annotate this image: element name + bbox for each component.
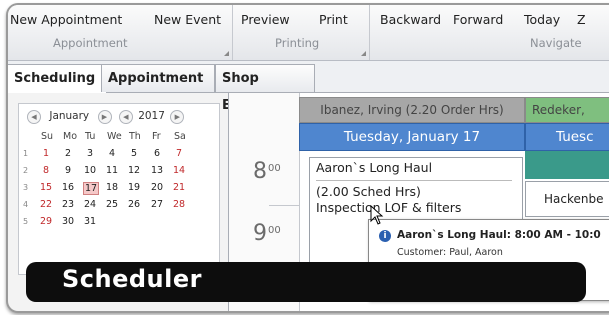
tooltip-customer: Customer: Paul, Aaron bbox=[397, 247, 503, 258]
calendar-day[interactable]: 8 bbox=[39, 165, 53, 176]
calendar-day[interactable]: 29 bbox=[39, 216, 53, 227]
calendar-day[interactable]: 2 bbox=[61, 148, 75, 159]
zoom-button[interactable]: Z bbox=[577, 12, 586, 27]
ribbon-toolbar: New Appointment New Event Appointment Pr… bbox=[8, 5, 609, 61]
calendar-day[interactable]: 16 bbox=[61, 182, 75, 193]
week-number: 1 bbox=[23, 149, 29, 158]
today-button[interactable]: Today bbox=[524, 12, 560, 27]
calendar-day[interactable]: 26 bbox=[127, 199, 141, 210]
tab-shop-events[interactable]: Shop Events bbox=[215, 64, 315, 113]
resource-header-redeker[interactable]: Redeker, bbox=[525, 97, 609, 123]
new-appointment-button[interactable]: New Appointment bbox=[10, 12, 122, 27]
weekday-label: Su bbox=[41, 131, 54, 142]
weekday-label: We bbox=[107, 131, 122, 142]
hour-label-8: 800 bbox=[253, 159, 281, 184]
calendar-day[interactable]: 30 bbox=[61, 216, 75, 227]
group-expand-icon[interactable] bbox=[224, 51, 229, 56]
ribbon-group-label-printing: Printing bbox=[275, 36, 320, 50]
calendar-year: 2017 bbox=[138, 110, 165, 122]
calendar-day[interactable]: 24 bbox=[83, 199, 97, 210]
calendar-day[interactable]: 11 bbox=[105, 165, 119, 176]
week-number: 5 bbox=[23, 217, 29, 226]
resource-header-ibanez[interactable]: Ibanez, Irving (2.20 Order Hrs) bbox=[299, 97, 525, 123]
appointment-title: Hackenbe bbox=[544, 192, 604, 206]
ribbon-group-printing: Preview Print Printing bbox=[233, 5, 370, 60]
calendar-day[interactable]: 5 bbox=[127, 148, 141, 159]
ribbon-group-label-appointment: Appointment bbox=[53, 36, 128, 50]
calendar-day[interactable]: 3 bbox=[83, 148, 97, 159]
day-header-tuesday[interactable]: Tuesday, January 17 bbox=[299, 123, 525, 151]
info-icon: i bbox=[379, 230, 391, 242]
next-month-icon[interactable]: ▶ bbox=[97, 110, 112, 124]
next-year-icon[interactable]: ▶ bbox=[170, 110, 185, 124]
day-header-tuesday-2[interactable]: Tuesc bbox=[525, 123, 609, 151]
weekday-label: Mo bbox=[63, 131, 78, 142]
weekday-label: Fr bbox=[152, 131, 161, 142]
mouse-cursor-icon bbox=[370, 205, 384, 225]
week-number: 3 bbox=[23, 183, 29, 192]
weekday-label: Tu bbox=[85, 131, 96, 142]
calendar-day[interactable]: 31 bbox=[83, 216, 97, 227]
calendar-day[interactable]: 7 bbox=[172, 148, 186, 159]
calendar-day[interactable]: 12 bbox=[127, 165, 141, 176]
calendar-day[interactable]: 28 bbox=[172, 199, 186, 210]
scheduler-banner: Scheduler bbox=[26, 262, 586, 302]
calendar-month-header: ◀ January ▶ ◀ 2017 ▶ bbox=[27, 110, 185, 124]
calendar-day[interactable]: 17 bbox=[83, 182, 99, 195]
preview-button[interactable]: Preview bbox=[241, 12, 290, 27]
calendar-day[interactable]: 23 bbox=[61, 199, 75, 210]
calendar-day[interactable]: 9 bbox=[61, 165, 75, 176]
calendar-month: January bbox=[49, 110, 90, 122]
weekday-label: Sa bbox=[174, 131, 186, 142]
calendar-day[interactable]: 19 bbox=[127, 182, 141, 193]
calendar-day[interactable]: 15 bbox=[39, 182, 53, 193]
appointment-title: Aaron`s Long Haul bbox=[316, 160, 433, 175]
calendar-day[interactable]: 22 bbox=[39, 199, 53, 210]
mini-calendar: ◀ January ▶ ◀ 2017 ▶ Su Mo Tu We Th Fr S… bbox=[18, 103, 220, 275]
calendar-day[interactable]: 4 bbox=[105, 148, 119, 159]
banner-title: Scheduler bbox=[62, 265, 202, 293]
tooltip-title: Aaron`s Long Haul: 8:00 AM - 10:0 bbox=[397, 229, 601, 241]
tab-appointment[interactable]: Appointment bbox=[101, 64, 215, 92]
calendar-day[interactable]: 18 bbox=[105, 182, 119, 193]
ribbon-group-label-navigate: Navigate bbox=[530, 36, 582, 50]
tab-bar: Scheduling Appointment Shop Events bbox=[8, 61, 609, 113]
calendar-day[interactable]: 13 bbox=[150, 165, 164, 176]
new-event-button[interactable]: New Event bbox=[154, 12, 221, 27]
prev-year-icon[interactable]: ◀ bbox=[118, 110, 133, 124]
calendar-day[interactable]: 10 bbox=[83, 165, 97, 176]
week-number: 2 bbox=[23, 166, 29, 175]
calendar-day[interactable]: 6 bbox=[150, 148, 164, 159]
appointment-block-teal[interactable] bbox=[525, 151, 609, 179]
weekday-label: Th bbox=[129, 131, 141, 142]
calendar-day[interactable]: 14 bbox=[172, 165, 186, 176]
appointment-hours: (2.00 Sched Hrs) bbox=[316, 184, 421, 199]
appointment-divider bbox=[316, 180, 512, 181]
forward-button[interactable]: Forward bbox=[453, 12, 503, 27]
week-number: 4 bbox=[23, 200, 29, 209]
calendar-day[interactable]: 1 bbox=[39, 148, 53, 159]
appointment-service: Inspection LOF & filters bbox=[316, 200, 462, 215]
half-hour-line bbox=[269, 205, 299, 206]
hour-label-9: 900 bbox=[253, 221, 281, 246]
appointment-block-hackenbe[interactable]: Hackenbe bbox=[525, 181, 609, 217]
backward-button[interactable]: Backward bbox=[380, 12, 441, 27]
calendar-day[interactable]: 27 bbox=[150, 199, 164, 210]
calendar-day[interactable]: 20 bbox=[150, 182, 164, 193]
group-expand-icon[interactable] bbox=[361, 51, 366, 56]
prev-month-icon[interactable]: ◀ bbox=[27, 110, 41, 124]
print-button[interactable]: Print bbox=[319, 12, 348, 27]
ribbon-group-appointment: New Appointment New Event Appointment bbox=[8, 5, 233, 60]
calendar-day[interactable]: 25 bbox=[105, 199, 119, 210]
calendar-day[interactable]: 21 bbox=[172, 182, 186, 193]
ribbon-group-navigate: Backward Forward Today Z Navigate bbox=[370, 5, 609, 60]
tab-scheduling[interactable]: Scheduling bbox=[8, 64, 107, 93]
